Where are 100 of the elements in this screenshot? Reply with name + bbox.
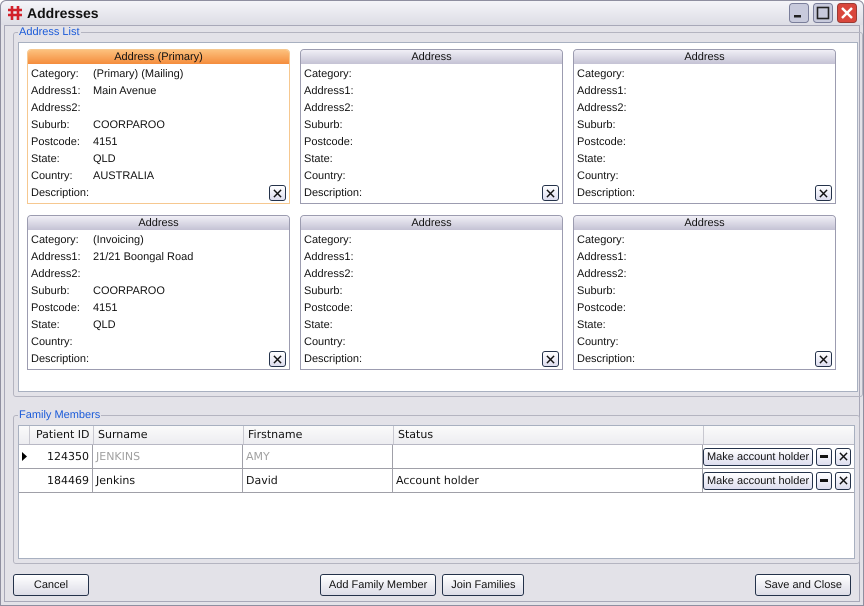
row-pointer-icon bbox=[22, 452, 26, 461]
field-value: QLD bbox=[93, 153, 116, 165]
field-label: Description: bbox=[577, 353, 636, 365]
field-label: Postcode: bbox=[304, 302, 354, 314]
remove-button[interactable] bbox=[816, 472, 832, 490]
column-header: Status bbox=[393, 426, 703, 444]
minus-icon bbox=[820, 455, 828, 458]
field-value: COORPAROO bbox=[93, 285, 165, 297]
field-label: State: bbox=[304, 319, 334, 331]
column-header: Firstname bbox=[243, 426, 393, 444]
card-header: Address bbox=[301, 216, 562, 230]
remove-button[interactable] bbox=[816, 448, 832, 466]
close-icon bbox=[273, 188, 282, 198]
table-cell: AMY bbox=[243, 445, 393, 468]
field-value: (Primary) (Mailing) bbox=[93, 68, 184, 80]
window-title: Addresses bbox=[27, 5, 100, 21]
field-label: Address1: bbox=[577, 251, 628, 263]
cancel-button[interactable]: Cancel bbox=[13, 574, 89, 596]
close-icon bbox=[546, 188, 555, 198]
delete-button[interactable] bbox=[542, 185, 559, 201]
field-label: Address1: bbox=[31, 251, 82, 263]
field-label: Country: bbox=[577, 336, 620, 348]
delete-button[interactable] bbox=[269, 351, 286, 367]
field-label: Suburb: bbox=[304, 285, 344, 297]
field-label: Description: bbox=[577, 187, 636, 199]
field-label: Postcode: bbox=[31, 136, 81, 148]
minus-icon bbox=[820, 479, 828, 482]
field-value: COORPAROO bbox=[93, 119, 165, 131]
field-label: Address2: bbox=[31, 268, 82, 280]
field-label: Country: bbox=[31, 170, 74, 182]
app-logo-icon bbox=[7, 5, 23, 21]
field-label: State: bbox=[577, 319, 607, 331]
close-icon bbox=[819, 354, 828, 364]
group-label: Address List bbox=[18, 26, 81, 38]
field-label: Description: bbox=[31, 353, 90, 365]
close-icon bbox=[819, 188, 828, 198]
field-label: Suburb: bbox=[31, 285, 71, 297]
make-account-holder-button[interactable]: Make account holder bbox=[703, 448, 814, 466]
field-label: Postcode: bbox=[577, 136, 627, 148]
field-label: State: bbox=[31, 153, 61, 165]
add-family-member-button[interactable]: Add Family Member bbox=[320, 574, 436, 596]
field-value: 4151 bbox=[93, 136, 118, 148]
close-button[interactable] bbox=[837, 3, 857, 23]
field-value: AUSTRALIA bbox=[93, 170, 154, 182]
field-label: Country: bbox=[304, 336, 347, 348]
group-label: Family Members bbox=[18, 409, 102, 421]
table-cell: 124350 bbox=[29, 445, 93, 468]
field-label: Address2: bbox=[577, 268, 628, 280]
field-label: Address1: bbox=[31, 85, 82, 97]
field-label: Country: bbox=[577, 170, 620, 182]
field-value: 4151 bbox=[93, 302, 118, 314]
field-label: Description: bbox=[304, 187, 364, 199]
field-label: Suburb: bbox=[304, 119, 344, 131]
card-header: Address bbox=[574, 216, 835, 230]
field-label: Description: bbox=[31, 187, 90, 199]
table-cell: JENKINS bbox=[93, 445, 243, 468]
field-label: State: bbox=[577, 153, 607, 165]
maximize-button[interactable] bbox=[813, 3, 833, 23]
field-label: Address2: bbox=[577, 102, 628, 114]
field-label: Suburb: bbox=[31, 119, 71, 131]
delete-button[interactable] bbox=[815, 351, 832, 367]
table-cell: 184469 bbox=[29, 469, 93, 492]
close-icon bbox=[838, 476, 848, 485]
make-account-holder-button[interactable]: Make account holder bbox=[703, 472, 814, 490]
column-header: Patient ID bbox=[29, 426, 93, 444]
field-label: Address1: bbox=[304, 85, 355, 97]
field-label: State: bbox=[31, 319, 61, 331]
field-label: Country: bbox=[31, 336, 74, 348]
card-header: Address bbox=[574, 50, 835, 64]
field-label: Address2: bbox=[304, 102, 355, 114]
card-header: Address (Primary) bbox=[28, 50, 289, 64]
field-label: Suburb: bbox=[577, 119, 617, 131]
delete-button[interactable] bbox=[835, 472, 852, 490]
delete-button[interactable] bbox=[815, 185, 832, 201]
card-header: Address bbox=[301, 50, 562, 64]
field-label: Postcode: bbox=[577, 302, 627, 314]
table-cell: David bbox=[243, 469, 393, 492]
field-label: Category: bbox=[304, 234, 353, 246]
field-label: Country: bbox=[304, 170, 347, 182]
field-label: Category: bbox=[31, 68, 80, 80]
field-label: Address1: bbox=[304, 251, 355, 263]
field-label: Category: bbox=[577, 234, 626, 246]
column-header: Surname bbox=[93, 426, 243, 444]
delete-button[interactable] bbox=[269, 185, 286, 201]
close-icon bbox=[546, 354, 555, 364]
join-families-button[interactable]: Join Families bbox=[442, 574, 524, 596]
delete-button[interactable] bbox=[542, 351, 559, 367]
field-value: (Invoicing) bbox=[93, 234, 144, 246]
field-label: Description: bbox=[304, 353, 364, 365]
table-cell: Jenkins bbox=[93, 469, 243, 492]
save-and-close-button[interactable]: Save and Close bbox=[755, 574, 851, 596]
close-icon bbox=[838, 452, 848, 461]
field-value: QLD bbox=[93, 319, 116, 331]
field-label: Postcode: bbox=[31, 302, 81, 314]
field-label: Category: bbox=[577, 68, 626, 80]
field-value: 21/21 Boongal Road bbox=[93, 251, 194, 263]
field-label: Postcode: bbox=[304, 136, 354, 148]
minimize-button[interactable] bbox=[789, 3, 809, 23]
delete-button[interactable] bbox=[835, 448, 852, 466]
card-header: Address bbox=[28, 216, 289, 230]
